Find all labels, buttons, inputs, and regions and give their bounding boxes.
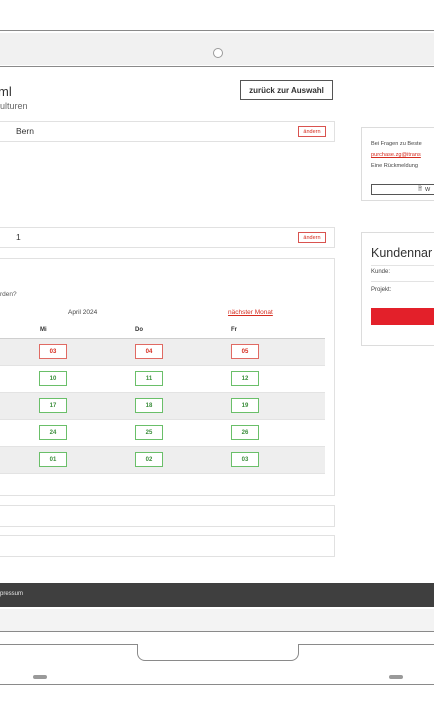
base-edge [0, 631, 434, 632]
calendar-week-row: 10 11 12 [0, 366, 325, 393]
collapsed-section[interactable] [0, 535, 335, 557]
calendar-day[interactable]: 19 [231, 398, 259, 413]
calendar-question: rden? [0, 291, 17, 298]
contact-button[interactable]: 🗎 W [371, 184, 434, 195]
back-to-selection-button[interactable]: zurück zur Auswahl [240, 80, 333, 100]
calendar-day[interactable]: 11 [135, 371, 163, 386]
selection-row-quantity: 1 ändern [0, 227, 335, 248]
next-month-link[interactable]: nächster Monat [228, 309, 273, 316]
calendar-header-row: Mi Do Fr [0, 322, 325, 339]
project-label: Projekt: [371, 287, 392, 293]
customer-title: Kundennar [371, 246, 433, 260]
calendar-day[interactable]: 17 [39, 398, 67, 413]
calendar-day[interactable]: 01 [39, 452, 67, 467]
selection-row-location: Bern ändern [0, 121, 335, 142]
weekday-header: Fr [231, 327, 237, 333]
calendar-day[interactable]: 24 [39, 425, 67, 440]
calendar-day[interactable]: 25 [135, 425, 163, 440]
calendar-day[interactable]: 03 [39, 344, 67, 359]
calendar-day[interactable]: 26 [231, 425, 259, 440]
divider [371, 265, 434, 266]
customer-label: Kunde: [371, 269, 391, 275]
calendar-day[interactable]: 12 [231, 371, 259, 386]
calendar-month-label: April 2024 [68, 309, 98, 316]
contact-box: Bei Fragen zu Beste purchase.zg@itrans E… [361, 127, 434, 201]
calendar-week-row: 17 18 19 [0, 393, 325, 420]
page-subtitle: ulturen [0, 101, 28, 111]
calendar-week-row: 03 04 05 [0, 339, 325, 366]
calendar-week-row: 01 02 03 [0, 447, 325, 474]
selection-value: Bern [16, 126, 34, 136]
bezel-edge-bottom [0, 66, 434, 67]
contact-text: Eine Rückmeldung [371, 163, 418, 169]
calendar-day[interactable]: 10 [39, 371, 67, 386]
customer-action-button[interactable] [371, 308, 434, 325]
laptop-foot [33, 675, 47, 679]
calendar-week-row: 24 25 26 [0, 420, 325, 447]
laptop-foot [389, 675, 403, 679]
collapsed-section[interactable] [0, 505, 335, 527]
weekday-header: Mi [40, 327, 47, 333]
laptop-keyboard-deck [0, 609, 434, 631]
customer-box: Kundennar Kunde: Projekt: [361, 232, 434, 346]
selection-value: 1 [16, 232, 21, 242]
change-quantity-button[interactable]: ändern [298, 232, 326, 243]
contact-text: Bei Fragen zu Beste [371, 141, 422, 147]
base-edge [0, 684, 434, 685]
laptop-hinge [137, 644, 299, 661]
page-title: ml [0, 84, 12, 99]
contact-email-link[interactable]: purchase.zg@itrans [371, 152, 421, 158]
change-location-button[interactable]: ändern [298, 126, 326, 137]
calendar-day[interactable]: 02 [135, 452, 163, 467]
weekday-header: Do [135, 327, 143, 333]
calendar-day[interactable]: 05 [231, 344, 259, 359]
calendar-day[interactable]: 18 [135, 398, 163, 413]
bezel-edge-top [0, 30, 434, 31]
webcam-icon [213, 48, 223, 58]
calendar-day[interactable]: 03 [231, 452, 259, 467]
document-icon: 🗎 [418, 185, 423, 192]
contact-button-label: W [425, 186, 431, 193]
footer: pressum [0, 583, 434, 607]
calendar-panel: rden? April 2024 nächster Monat Mi Do Fr… [0, 258, 335, 496]
calendar-day[interactable]: 04 [135, 344, 163, 359]
imprint-link[interactable]: pressum [0, 591, 23, 597]
divider [371, 281, 434, 282]
